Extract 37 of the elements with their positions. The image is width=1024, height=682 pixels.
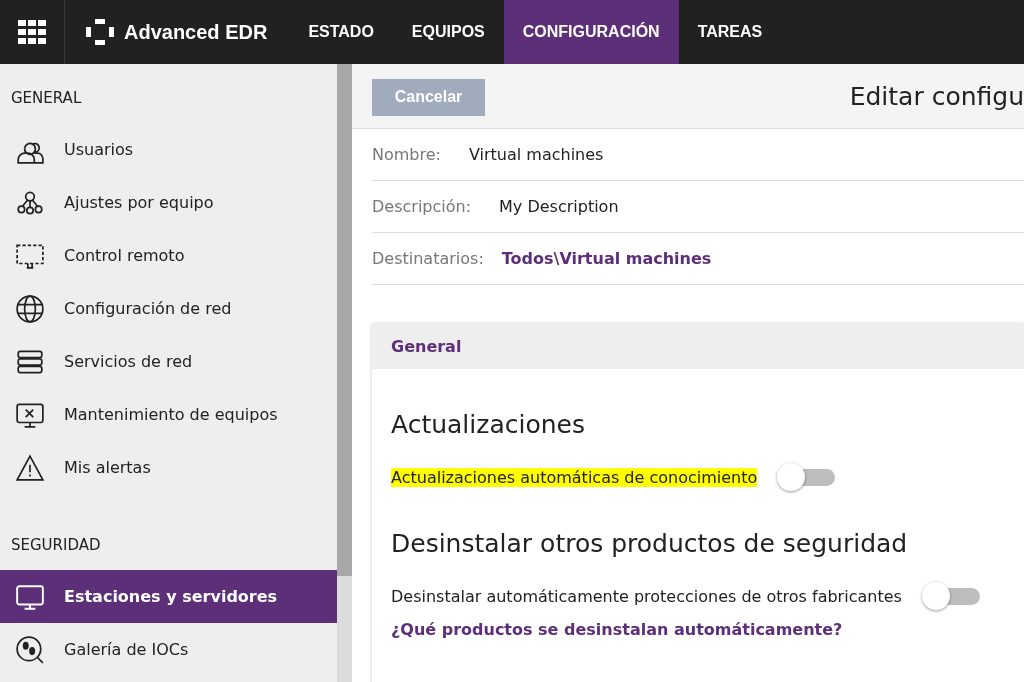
toggle-switch[interactable] [777,463,836,491]
nav-tab[interactable]: EQUIPOS [392,0,504,64]
sidebar-item[interactable]: Galería de IOCs [0,623,337,676]
sidebar-item[interactable]: Configuración de red [0,282,337,335]
setting-label: Desinstalar automáticamente protecciones de otros fabricantes [391,586,902,606]
nav-tab[interactable]: CONFIGURACIÓN [503,0,679,64]
sidebar-item[interactable]: Estaciones y servidores [0,570,337,623]
page-title: Editar configu [849,81,1024,111]
toggle-switch[interactable] [921,582,980,610]
sidebar-item[interactable]: Mis alertas [0,441,337,494]
section-title: GENERAL [10,88,83,109]
field-label: Descripción: [372,197,472,216]
field-value: My Description [499,197,619,216]
scrollbar[interactable] [337,64,352,682]
app-name: Advanced EDR [124,20,268,44]
field-label: Nombre: [372,145,441,164]
panel-header: General [372,324,1024,369]
sidebar-item[interactable]: Control remoto [0,229,337,282]
globe-icon [15,293,45,324]
section-heading: Actualizaciones [391,410,586,439]
footprints-icon [15,634,45,665]
help-link[interactable]: ¿Qué productos se desinstalan automáticamente? [391,620,843,639]
logo-icon [85,17,115,47]
sidebar-item[interactable]: Servicios de red [0,335,337,388]
section-title: SEGURIDAD [10,535,102,556]
field-label: Destinatarios: [372,249,484,268]
field-value: Virtual machines [468,145,604,164]
recipients-link[interactable]: Todos\Virtual machines [501,249,712,268]
nav-tab[interactable]: TAREAS [678,0,782,64]
nav-tab[interactable]: ESTADO [289,0,393,64]
sidebar-item[interactable]: Ajustes por equipo [0,176,337,229]
setting-label: Actualizaciones automáticas de conocimiento [391,467,758,487]
warning-icon [15,452,45,483]
section-heading: Desinstalar otros productos de seguridad [391,529,909,558]
app-grid-icon[interactable] [18,20,46,44]
sidebar-item[interactable]: Usuarios [0,123,337,176]
sidebar-item[interactable]: Mantenimiento de equipos [0,388,337,441]
